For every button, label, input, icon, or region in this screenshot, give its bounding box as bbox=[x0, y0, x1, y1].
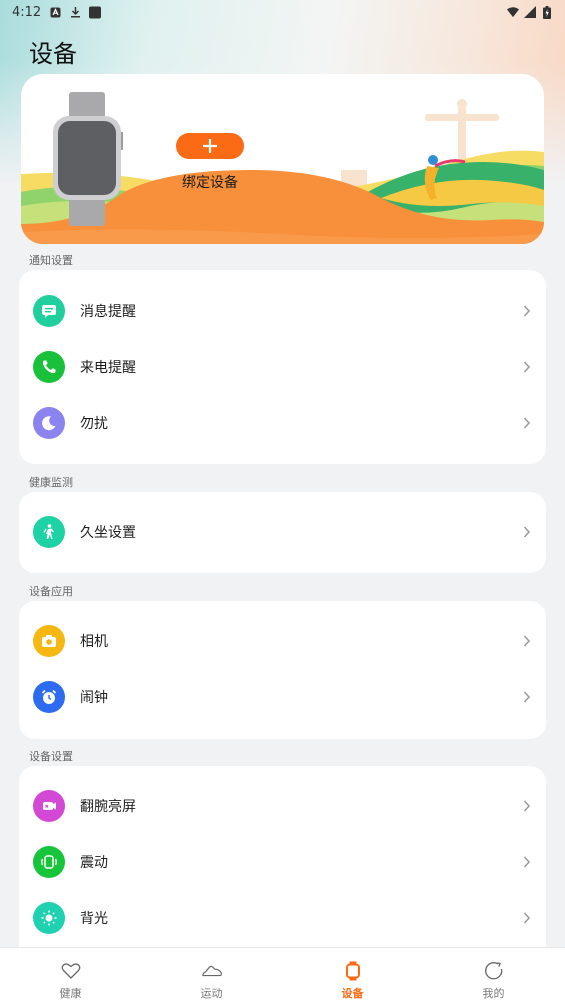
chevron-right-icon bbox=[522, 304, 532, 318]
wifi-icon bbox=[507, 6, 519, 18]
row-call-reminder[interactable]: 来电提醒 bbox=[19, 339, 546, 395]
tab-label: 运动 bbox=[200, 987, 223, 1000]
brightness-icon bbox=[33, 902, 65, 934]
row-alarm[interactable]: 闹钟 bbox=[19, 669, 546, 725]
square-icon bbox=[89, 6, 102, 18]
chevron-right-icon bbox=[522, 855, 532, 869]
status-bar: 4:12 bbox=[0, 0, 565, 24]
add-device-button[interactable] bbox=[176, 133, 244, 159]
camera-icon bbox=[33, 625, 65, 657]
page-title: 设备 bbox=[29, 40, 77, 68]
tab-label: 我的 bbox=[482, 987, 505, 1000]
chevron-right-icon bbox=[522, 799, 532, 813]
card-device-apps: 相机 闹钟 bbox=[19, 601, 546, 739]
wrist-raise-icon bbox=[33, 790, 65, 822]
row-label: 勿扰 bbox=[80, 416, 108, 432]
sneaker-icon bbox=[201, 960, 223, 982]
alarm-icon bbox=[33, 681, 65, 713]
watch-illustration bbox=[53, 92, 123, 226]
heart-icon bbox=[60, 960, 82, 982]
battery-icon bbox=[541, 5, 553, 19]
section-label-device-apps: 设备应用 bbox=[29, 585, 73, 598]
tab-label: 健康 bbox=[59, 987, 82, 1000]
tab-label: 设备 bbox=[341, 987, 364, 1000]
chevron-right-icon bbox=[522, 525, 532, 539]
row-label: 相机 bbox=[80, 634, 108, 650]
walking-icon bbox=[33, 516, 65, 548]
signal-icon bbox=[524, 6, 536, 18]
row-label: 久坐设置 bbox=[80, 525, 136, 541]
tab-sport[interactable]: 运动 bbox=[141, 948, 282, 1004]
bind-device-label[interactable]: 绑定设备 bbox=[176, 172, 244, 192]
tab-health[interactable]: 健康 bbox=[0, 948, 141, 1004]
section-label-device-settings: 设备设置 bbox=[29, 750, 73, 763]
download-icon bbox=[69, 6, 81, 18]
section-label-health: 健康监测 bbox=[29, 476, 73, 489]
row-label: 背光 bbox=[80, 911, 108, 927]
phone-icon bbox=[33, 351, 65, 383]
card-device-settings: 翻腕亮屏 震动 背光 bbox=[19, 766, 546, 966]
tab-mine[interactable]: 我的 bbox=[423, 948, 564, 1004]
row-vibration[interactable]: 震动 bbox=[19, 834, 546, 890]
watch-icon bbox=[342, 960, 364, 982]
chevron-right-icon bbox=[522, 690, 532, 704]
bind-device-banner: 绑定设备 bbox=[21, 74, 544, 244]
moon-icon bbox=[33, 407, 65, 439]
card-notifications: 消息提醒 来电提醒 勿扰 bbox=[19, 270, 546, 464]
row-wrist-raise[interactable]: 翻腕亮屏 bbox=[19, 778, 546, 834]
row-do-not-disturb[interactable]: 勿扰 bbox=[19, 395, 546, 451]
row-backlight[interactable]: 背光 bbox=[19, 890, 546, 946]
section-label-notifications: 通知设置 bbox=[29, 254, 73, 267]
row-label: 来电提醒 bbox=[80, 360, 136, 376]
chevron-right-icon bbox=[522, 416, 532, 430]
row-message-reminder[interactable]: 消息提醒 bbox=[19, 283, 546, 339]
a-icon bbox=[49, 6, 61, 18]
row-label: 消息提醒 bbox=[80, 304, 136, 320]
bottom-tab-bar: 健康 运动 设备 我的 bbox=[0, 947, 565, 1004]
chevron-right-icon bbox=[522, 634, 532, 648]
chevron-right-icon bbox=[522, 911, 532, 925]
card-health: 久坐设置 bbox=[19, 492, 546, 573]
message-icon bbox=[33, 295, 65, 327]
profile-icon bbox=[483, 960, 505, 982]
vibration-icon bbox=[33, 846, 65, 878]
row-camera[interactable]: 相机 bbox=[19, 613, 546, 669]
chevron-right-icon bbox=[522, 360, 532, 374]
row-label: 翻腕亮屏 bbox=[80, 799, 136, 815]
tab-device[interactable]: 设备 bbox=[282, 948, 423, 1004]
row-label: 闹钟 bbox=[80, 690, 108, 706]
status-time: 4:12 bbox=[12, 4, 42, 20]
row-sedentary-setting[interactable]: 久坐设置 bbox=[19, 504, 546, 560]
row-label: 震动 bbox=[80, 855, 108, 871]
plus-icon bbox=[203, 139, 217, 153]
